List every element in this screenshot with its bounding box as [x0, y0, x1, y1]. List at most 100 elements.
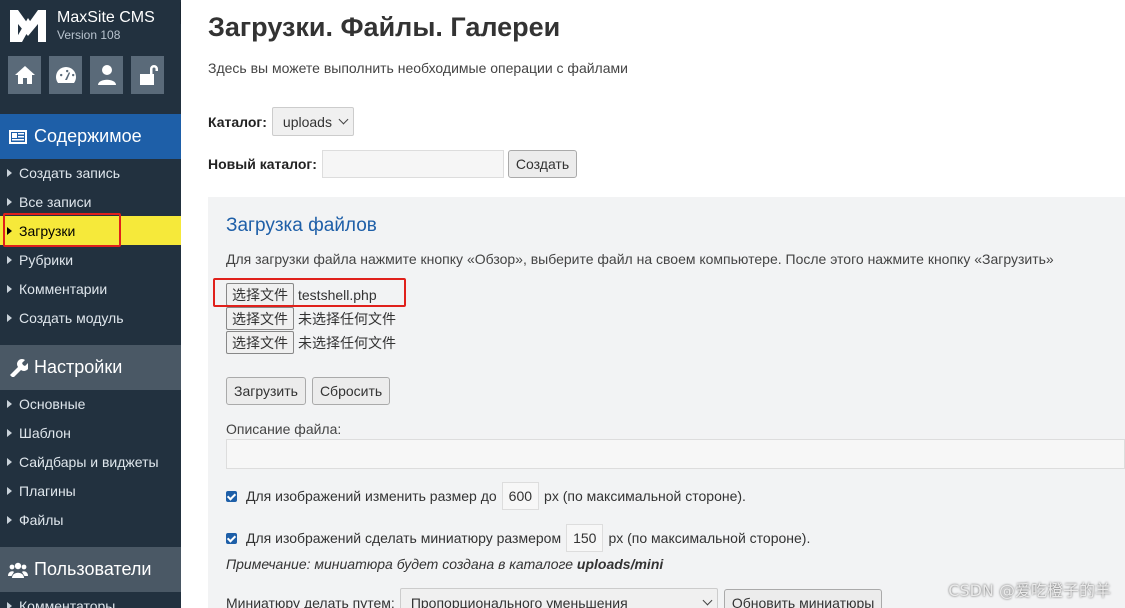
sidebar-item-create-module[interactable]: Создать модуль	[0, 303, 181, 332]
sidebar-item-label: Основные	[19, 395, 86, 412]
sidebar-item-sidebars-widgets[interactable]: Сайдбары и виджеты	[0, 447, 181, 476]
sidebar-item-comments[interactable]: Комментарии	[0, 274, 181, 303]
thumbnail-size-input[interactable]: 150	[566, 524, 604, 552]
new-catalog-row: Новый каталог: Создать	[208, 150, 578, 178]
caret-right-icon	[7, 457, 12, 466]
reset-button[interactable]: Сбросить	[311, 377, 391, 405]
sidebar-item-general[interactable]: Основные	[0, 389, 181, 418]
resize-label: Для изображений изменить размер до	[246, 488, 497, 504]
chevron-down-icon	[338, 114, 349, 125]
maxsite-logo-icon[interactable]	[10, 8, 46, 42]
caret-right-icon	[7, 399, 12, 408]
sidebar-item-categories[interactable]: Рубрики	[0, 245, 181, 274]
unlock-icon	[139, 65, 158, 85]
choose-file-button[interactable]: 选择文件	[226, 307, 294, 330]
caret-right-icon	[7, 313, 12, 322]
catalog-row: Каталог: uploads	[208, 107, 354, 136]
file-description-input[interactable]	[226, 439, 1125, 469]
choose-file-button[interactable]: 选择文件	[226, 331, 294, 354]
section-users-title: Пользователи	[34, 559, 152, 579]
file-name: 未选择任何文件	[298, 335, 396, 352]
sidebar-item-label: Комментаторы	[19, 597, 116, 608]
users-icon	[8, 561, 28, 579]
file-name: 未选择任何文件	[298, 311, 396, 328]
new-catalog-label: Новый каталог:	[208, 156, 317, 172]
brand-name: MaxSite CMS	[57, 9, 155, 26]
newspaper-icon	[8, 128, 28, 146]
refresh-thumbnails-button[interactable]: Обновить миниатюры	[723, 588, 883, 608]
sidebar-item-create-post[interactable]: Создать запись	[0, 158, 181, 187]
wrench-icon	[8, 358, 28, 377]
upload-actions: Загрузить Сбросить	[226, 377, 391, 405]
brand: MaxSite CMS Version 108	[0, 0, 181, 52]
thumb-method-value: Пропорционального уменьшения	[410, 594, 628, 608]
section-settings[interactable]: Настройки	[0, 345, 181, 390]
highlight-box-file	[213, 278, 406, 307]
sidebar-item-label: Создать модуль	[19, 309, 124, 326]
home-icon	[14, 66, 35, 84]
highlight-box-uploads	[3, 213, 121, 247]
resize-input[interactable]: 600	[501, 482, 540, 510]
caret-right-icon	[7, 255, 12, 264]
note-text: Примечание: миниатюра будет создана в ка…	[226, 556, 577, 572]
file-input-2[interactable]: 选择文件 未选择任何文件	[226, 307, 396, 330]
thumbnail-checkbox[interactable]	[226, 532, 237, 544]
users-menu: Комментаторы	[0, 591, 181, 608]
upload-help-text: Для загрузки файла нажмите кнопку «Обзор…	[226, 251, 1054, 267]
caret-right-icon	[7, 515, 12, 524]
resize-checkbox[interactable]	[226, 490, 237, 502]
resize-suffix: px (по максимальной стороне).	[544, 488, 746, 504]
section-content-title: Содержимое	[34, 126, 142, 146]
thumbnail-suffix: px (по максимальной стороне).	[608, 530, 811, 546]
logout-button[interactable]	[131, 56, 164, 94]
catalog-select-value: uploads	[282, 113, 332, 130]
upload-button[interactable]: Загрузить	[226, 377, 306, 405]
user-icon	[97, 65, 116, 85]
sidebar-item-label: Рубрики	[19, 251, 74, 268]
file-input-3[interactable]: 选择文件 未选择任何文件	[226, 331, 396, 354]
page-description: Здесь вы можете выполнить необходимые оп…	[208, 60, 628, 76]
menu-kebab-icon[interactable]	[180, 2, 181, 24]
catalog-label: Каталог:	[208, 113, 267, 130]
new-catalog-input[interactable]	[321, 150, 504, 178]
sidebar-item-template[interactable]: Шаблон	[0, 418, 181, 447]
thumb-option: Для изображений сделать миниатюру размер…	[226, 524, 810, 552]
sidebar: MaxSite CMS Version 108 Содержимое Созда…	[0, 0, 181, 608]
page-title: Загрузки. Файлы. Галереи	[208, 12, 561, 42]
resize-option: Для изображений изменить размер до 600 p…	[226, 482, 746, 510]
sidebar-item-label: Плагины	[19, 482, 76, 499]
file-description-label: Описание файла:	[226, 421, 342, 437]
section-settings-title: Настройки	[34, 357, 123, 377]
sidebar-item-all-posts[interactable]: Все записи	[0, 187, 181, 216]
upload-panel-title: Загрузка файлов	[226, 215, 377, 236]
thumbnail-label: Для изображений сделать миниатюру размер…	[246, 530, 562, 546]
dashboard-button[interactable]	[49, 56, 82, 94]
create-catalog-button[interactable]: Создать	[507, 150, 578, 178]
thumb-method-row: Миниатюру делать путем: Пропорциональног…	[226, 588, 883, 608]
caret-right-icon	[7, 168, 12, 177]
sidebar-item-commenters[interactable]: Комментаторы	[0, 591, 181, 608]
chevron-down-icon	[702, 595, 713, 606]
quick-actions	[8, 56, 164, 94]
profile-button[interactable]	[90, 56, 123, 94]
sidebar-item-label: Комментарии	[19, 280, 108, 297]
sidebar-item-label: Все записи	[19, 193, 92, 210]
thumb-method-select[interactable]: Пропорционального уменьшения	[399, 588, 718, 608]
caret-right-icon	[7, 486, 12, 495]
sidebar-item-label: Создать запись	[19, 164, 120, 181]
home-button[interactable]	[8, 56, 41, 94]
thumbnail-note: Примечание: миниатюра будет создана в ка…	[226, 556, 663, 572]
caret-right-icon	[7, 197, 12, 206]
sidebar-item-files[interactable]: Файлы	[0, 505, 181, 534]
note-path: uploads/mini	[576, 556, 664, 572]
caret-right-icon	[7, 284, 12, 293]
sidebar-item-plugins[interactable]: Плагины	[0, 476, 181, 505]
section-users[interactable]: Пользователи	[0, 547, 181, 592]
thumb-method-label: Миниатюру делать путем:	[226, 594, 395, 608]
sidebar-item-label: Файлы	[19, 511, 64, 528]
section-content[interactable]: Содержимое	[0, 114, 181, 159]
settings-menu: Основные Шаблон Сайдбары и виджеты Плаги…	[0, 389, 181, 534]
catalog-select[interactable]: uploads	[271, 107, 354, 136]
sidebar-item-label: Шаблон	[19, 424, 71, 441]
dashboard-icon	[55, 67, 76, 83]
